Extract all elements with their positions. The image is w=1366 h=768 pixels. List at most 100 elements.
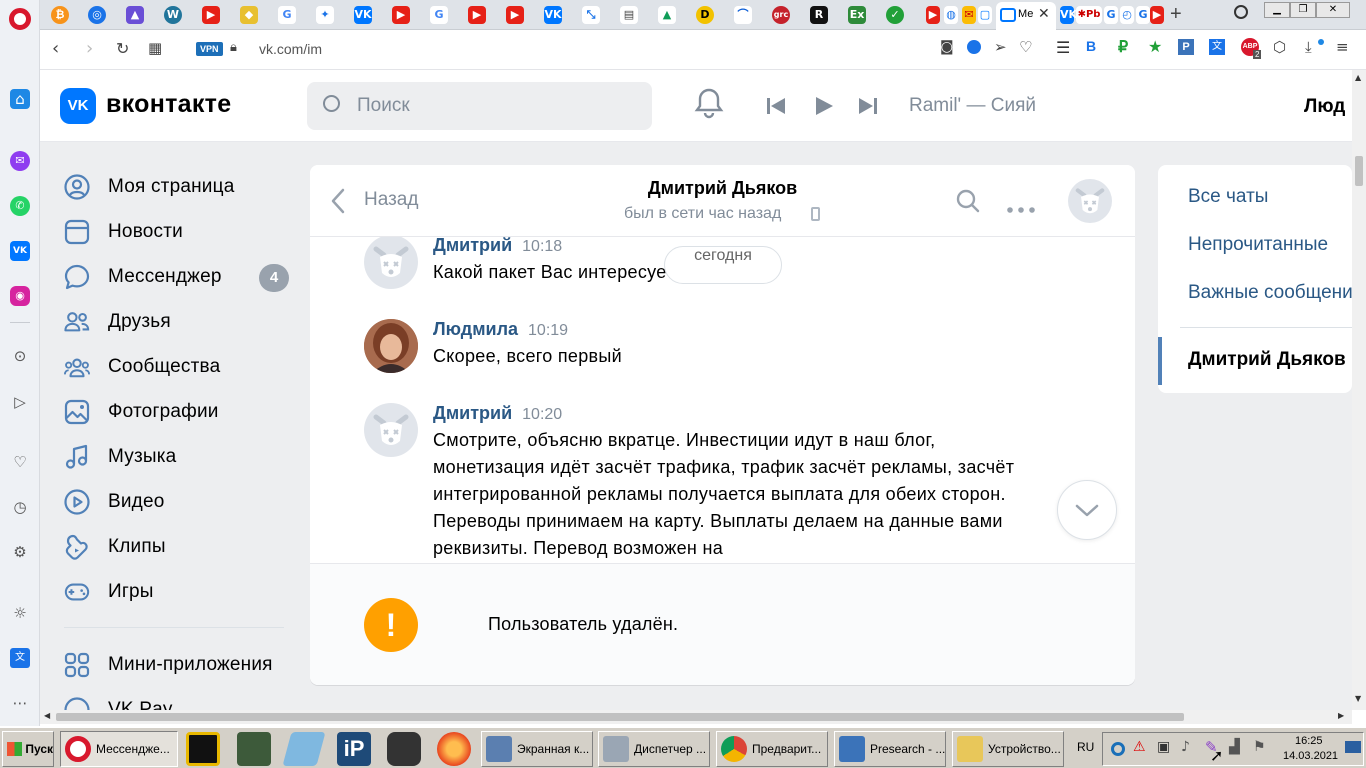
vk-tab-icon-2[interactable]: VK: [544, 6, 562, 24]
whatsapp-icon[interactable]: ✆: [10, 196, 30, 216]
link-tab-icon[interactable]: ⤡: [582, 6, 600, 24]
taskbar-devices[interactable]: Устройство...: [952, 731, 1064, 767]
ql-monitor-icon[interactable]: [237, 732, 271, 766]
previous-track-icon[interactable]: [766, 97, 786, 119]
more-icon[interactable]: ⋯: [10, 693, 30, 713]
ruble-icon[interactable]: ₽: [1118, 37, 1128, 57]
tray-volume-icon[interactable]: ♪: [1181, 739, 1190, 755]
scroll-right-arrow[interactable]: ▶: [1338, 711, 1344, 720]
ludmila-avatar[interactable]: [364, 319, 418, 373]
heart-address-icon[interactable]: ♡: [1019, 38, 1032, 56]
chat-search-icon[interactable]: [956, 189, 980, 217]
ql-eraser-icon[interactable]: [282, 732, 326, 766]
clock-tab-icon[interactable]: ◴: [1120, 6, 1134, 24]
grc-tab-icon[interactable]: grc: [772, 6, 790, 24]
language-indicator[interactable]: RU: [1077, 740, 1094, 754]
taskbar-keyboard[interactable]: Экранная к...: [481, 731, 593, 767]
mail-tab-icon[interactable]: ✉: [962, 6, 976, 24]
close-window-button[interactable]: ✕: [1316, 2, 1350, 18]
play-icon[interactable]: [814, 96, 834, 120]
h-scroll-thumb[interactable]: [56, 713, 1184, 721]
sber-tab-icon[interactable]: ✓: [886, 6, 904, 24]
vk-logo-text[interactable]: вконтакте: [106, 90, 231, 119]
youtube-tab-icon-5[interactable]: ▶: [1150, 6, 1164, 24]
filter-unread[interactable]: Непрочитанные: [1188, 234, 1328, 256]
clock-time[interactable]: 16:25: [1295, 735, 1323, 747]
message-time[interactable]: 10:19: [528, 322, 568, 339]
youtube-tab-icon-4[interactable]: ▶: [506, 6, 524, 24]
search-box[interactable]: Поиск: [307, 82, 652, 130]
nav-item-news[interactable]: Новости: [64, 212, 294, 252]
ql-ip-icon[interactable]: iP: [337, 732, 371, 766]
tray-signal-icon[interactable]: ▟: [1229, 739, 1240, 755]
pb-tab-icon[interactable]: ✱Pb: [1076, 6, 1102, 24]
tray-c-icon[interactable]: [1111, 742, 1125, 756]
nav-item-vk-pay[interactable]: VK Pay: [64, 690, 294, 710]
ql-firefox-icon[interactable]: [437, 732, 471, 766]
scroll-left-arrow[interactable]: ◀: [44, 711, 50, 720]
pdf-tab-icon[interactable]: ▶: [926, 6, 940, 24]
tray-warning-icon[interactable]: ⚠: [1133, 739, 1146, 755]
wave-tab-icon[interactable]: ⌒: [734, 6, 752, 24]
taskbar-chrome[interactable]: Предварит...: [716, 731, 828, 767]
taskbar-task-manager[interactable]: Диспетчер ...: [598, 731, 710, 767]
reload-icon[interactable]: ↻: [116, 39, 129, 58]
figure-tab-icon[interactable]: ✦: [316, 6, 334, 24]
nav-item-friends[interactable]: Друзья: [64, 302, 294, 342]
cube-icon[interactable]: ⬡: [1273, 38, 1286, 56]
message-author[interactable]: Дмитрий: [433, 237, 512, 255]
message-author[interactable]: Людмила: [433, 319, 518, 339]
translate-icon[interactable]: 文: [10, 648, 30, 668]
url-field[interactable]: vk.com/im: [259, 41, 322, 57]
r-tab-icon[interactable]: R: [810, 6, 828, 24]
g-tab-icon-2[interactable]: G: [1136, 6, 1150, 24]
more-options-icon[interactable]: [1007, 198, 1035, 217]
history-icon[interactable]: ◷: [10, 497, 30, 517]
google-tab-icon-2[interactable]: G: [430, 6, 448, 24]
dmitry-avatar[interactable]: [364, 237, 418, 289]
send-address-icon[interactable]: ➢: [994, 38, 1007, 56]
vpn-badge[interactable]: VPN: [196, 42, 223, 56]
nav-item-music[interactable]: Музыка: [64, 437, 294, 477]
grid-icon[interactable]: ▦: [148, 39, 162, 57]
taskbar-opera[interactable]: Мессендже...: [60, 731, 178, 767]
forward-icon[interactable]: ›: [86, 38, 93, 59]
tray-clipboard-icon[interactable]: ▣: [1157, 739, 1170, 755]
opera-logo[interactable]: [9, 8, 31, 30]
chat-tab-icon[interactable]: ▢: [978, 6, 992, 24]
vk-sidebar-icon[interactable]: VK: [10, 241, 30, 261]
ql-pp-icon[interactable]: [186, 732, 220, 766]
nav-item-my-page[interactable]: Моя страница: [64, 167, 294, 207]
nav-item-communities[interactable]: Сообщества: [64, 347, 294, 387]
google-tab-icon[interactable]: G: [278, 6, 296, 24]
vertical-scrollbar[interactable]: ▲ ▼: [1352, 70, 1366, 710]
camera-icon[interactable]: ◙: [940, 39, 954, 55]
shape-tab-icon[interactable]: ▲: [126, 6, 144, 24]
download-icon[interactable]: ⤓: [1305, 38, 1312, 56]
youtube-tab-icon[interactable]: ▶: [202, 6, 220, 24]
nav-item-mini-apps[interactable]: Мини-приложения: [64, 645, 294, 685]
tab-search-icon[interactable]: [1234, 5, 1248, 19]
ext-p-icon[interactable]: P: [1178, 39, 1194, 55]
message-time[interactable]: 10:20: [522, 406, 562, 423]
clock-date[interactable]: 14.03.2021: [1283, 750, 1338, 762]
maximize-button[interactable]: ❐: [1290, 2, 1316, 18]
dmitry-avatar[interactable]: [364, 403, 418, 457]
document-tab-icon[interactable]: ▤: [620, 6, 638, 24]
tray-network-icon[interactable]: [1345, 741, 1361, 753]
nav-item-messenger[interactable]: Мессенджер 4: [64, 257, 294, 297]
send-icon[interactable]: ▷: [10, 392, 30, 412]
next-track-icon[interactable]: [858, 97, 878, 119]
star-icon[interactable]: ★: [1148, 37, 1162, 56]
scroll-down-button[interactable]: [1057, 480, 1117, 540]
lightbulb-icon[interactable]: ☼: [10, 603, 30, 623]
user-name[interactable]: Люд: [1304, 96, 1345, 118]
youtube-tab-icon-2[interactable]: ▶: [392, 6, 410, 24]
filter-important[interactable]: Важные сообщения: [1188, 282, 1352, 304]
taskbar-presearch[interactable]: Presearch - ...: [834, 731, 946, 767]
contact-avatar[interactable]: [1068, 179, 1112, 227]
nav-item-games[interactable]: Игры: [64, 572, 294, 612]
translate-ext-icon[interactable]: 文: [1209, 39, 1225, 55]
globe-tab-icon[interactable]: ◍: [944, 6, 958, 24]
wordpress-tab-icon[interactable]: W: [164, 6, 182, 24]
